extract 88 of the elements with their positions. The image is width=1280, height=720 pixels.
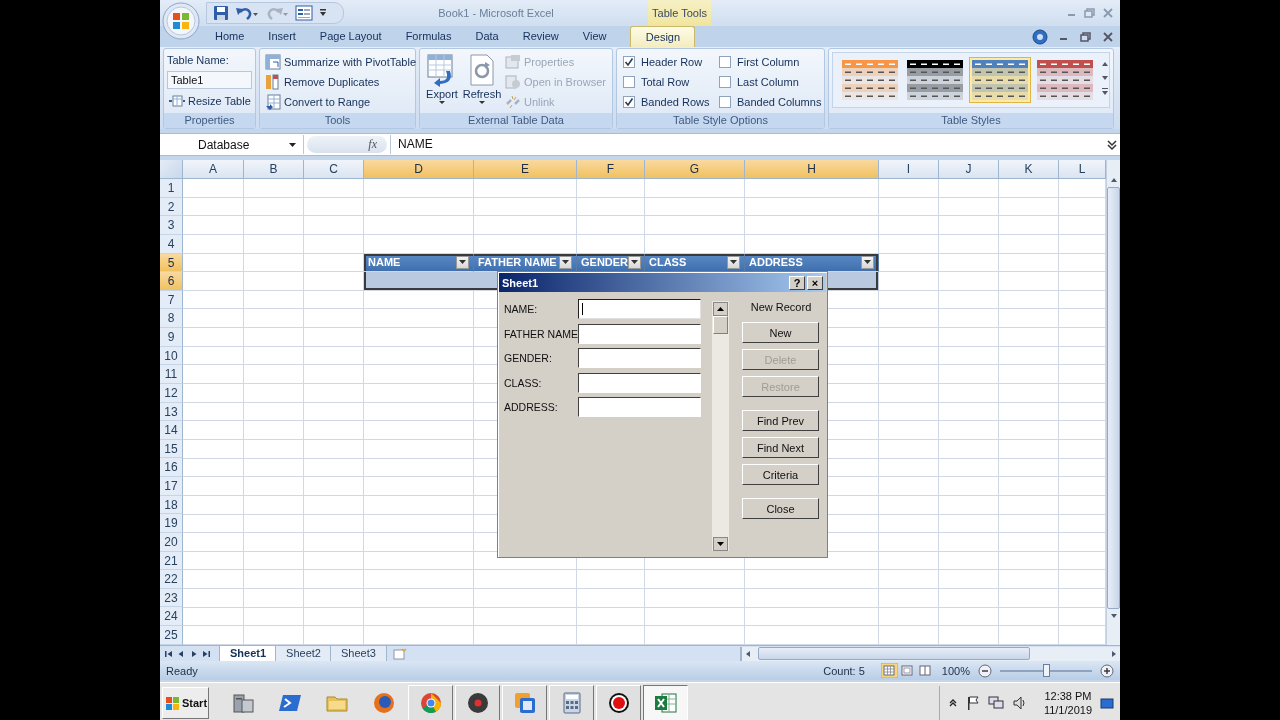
checkbox-label[interactable]: Banded Columns <box>737 96 822 108</box>
table-header-cell[interactable]: NAME <box>364 253 474 273</box>
count-text: Count: 5 <box>823 664 865 677</box>
row-header[interactable]: 9 <box>160 328 183 347</box>
checkbox-label[interactable]: Header Row <box>641 56 703 68</box>
sheet-tab[interactable]: Sheet3 <box>329 645 387 662</box>
row-header[interactable]: 11 <box>160 365 183 384</box>
ribbon-tab[interactable]: Review <box>510 26 571 47</box>
sheet-tab[interactable]: Sheet2 <box>275 645 332 662</box>
column-header[interactable]: J <box>939 160 999 179</box>
ribbon-tab[interactable]: Design <box>630 26 696 47</box>
field-label: GENDER: <box>504 352 553 364</box>
formula-field[interactable]: NAME <box>390 135 1104 154</box>
clock-date[interactable]: 11/1/2019 <box>1043 702 1092 717</box>
row-header[interactable]: 17 <box>160 477 183 496</box>
ribbon-tab[interactable]: Page Layout <box>307 26 394 47</box>
group-label: Tools <box>260 113 415 128</box>
row-header[interactable]: 24 <box>160 607 183 626</box>
ribbon-tab[interactable]: Insert <box>256 26 308 47</box>
field-label: Table Name: <box>167 53 230 68</box>
window-title: Book1 - Microsoft Excel <box>437 7 555 19</box>
field-label: CLASS: <box>504 376 543 389</box>
column-heading: GENDER <box>581 256 629 269</box>
column-heading: CLASS <box>649 256 687 269</box>
table-header-cell[interactable]: ADDRESS <box>745 253 879 273</box>
dialog-button[interactable]: Find Prev <box>742 410 819 431</box>
column-header[interactable]: G <box>645 160 745 179</box>
column-heading: ADDRESS <box>749 256 803 269</box>
table-header-cell[interactable]: FATHER NAME <box>474 253 577 273</box>
row-header[interactable]: 19 <box>160 514 183 533</box>
dialog-title: Sheet1 <box>502 276 539 289</box>
column-header[interactable]: E <box>474 160 577 179</box>
checkbox-label[interactable]: Total Row <box>641 76 690 88</box>
checkbox-label[interactable]: Last Column <box>737 76 799 88</box>
ribbon-tab[interactable]: Home <box>203 26 257 47</box>
column-header[interactable]: C <box>304 160 364 179</box>
dialog-button[interactable]: Criteria <box>742 464 819 485</box>
row-header[interactable]: 25 <box>160 626 183 645</box>
insert-function-button[interactable]: fx <box>368 137 377 152</box>
checkbox-label[interactable]: Banded Rows <box>641 96 710 108</box>
table-name-field[interactable]: Table1 <box>167 71 252 89</box>
group-label: Properties <box>164 113 255 128</box>
row-header[interactable]: 14 <box>160 421 183 440</box>
column-header[interactable]: K <box>999 160 1059 179</box>
column-header[interactable]: D <box>364 160 474 179</box>
ribbon-tab[interactable]: Data <box>463 26 511 47</box>
row-header[interactable]: 22 <box>160 570 183 589</box>
column-heading: FATHER NAME <box>478 256 557 269</box>
field-label: FATHER NAME: <box>504 327 578 340</box>
group-label: Table Style Options <box>617 113 824 128</box>
row-header[interactable]: 16 <box>160 458 183 477</box>
column-header[interactable]: L <box>1059 160 1106 179</box>
ribbon-button[interactable]: Summarize with PivotTable <box>263 52 419 72</box>
dialog-button[interactable]: Find Next <box>742 437 819 458</box>
help-button[interactable]: ? <box>789 275 805 290</box>
ribbon-button[interactable]: Remove Duplicates <box>263 72 382 92</box>
column-header[interactable]: A <box>183 160 244 179</box>
row-header[interactable]: 3 <box>160 216 183 235</box>
column-header[interactable]: B <box>244 160 304 179</box>
column-header[interactable]: I <box>879 160 939 179</box>
start-button[interactable]: Start <box>162 686 209 719</box>
resize-table-button[interactable]: Resize Table <box>167 91 252 111</box>
field-label: NAME: <box>504 303 539 315</box>
status-text: Ready <box>166 664 198 677</box>
column-header[interactable]: H <box>745 160 879 179</box>
name-box[interactable]: Database <box>160 135 304 154</box>
clock-time[interactable]: 12:38 PM <box>1044 688 1092 703</box>
ribbon-button[interactable]: Convert to Range <box>263 92 373 112</box>
record-status: New Record <box>749 300 813 315</box>
ribbon-tab[interactable]: View <box>570 26 619 47</box>
dialog-button[interactable]: New <box>742 322 819 343</box>
group-label: External Table Data <box>420 113 612 128</box>
row-header[interactable]: 1 <box>160 179 183 198</box>
row-header[interactable]: 6 <box>160 272 183 291</box>
dialog-button[interactable]: Close <box>742 498 819 519</box>
column-heading: NAME <box>368 256 401 269</box>
zoom-level[interactable]: 100% <box>941 664 970 677</box>
ribbon-tab[interactable]: Formulas <box>393 26 464 47</box>
context-label: Table Tools <box>648 0 711 26</box>
close-button[interactable]: × <box>807 275 823 290</box>
group-label: Table Styles <box>829 113 1113 128</box>
checkbox-label[interactable]: First Column <box>737 56 800 68</box>
ribbon-button[interactable]: Refresh <box>463 52 501 113</box>
field-label: ADDRESS: <box>504 401 559 413</box>
row-header[interactable]: 8 <box>160 309 183 328</box>
sheet-tab[interactable]: Sheet1 <box>219 645 278 662</box>
column-header[interactable]: F <box>577 160 645 179</box>
ribbon-button[interactable]: Export <box>423 52 461 113</box>
